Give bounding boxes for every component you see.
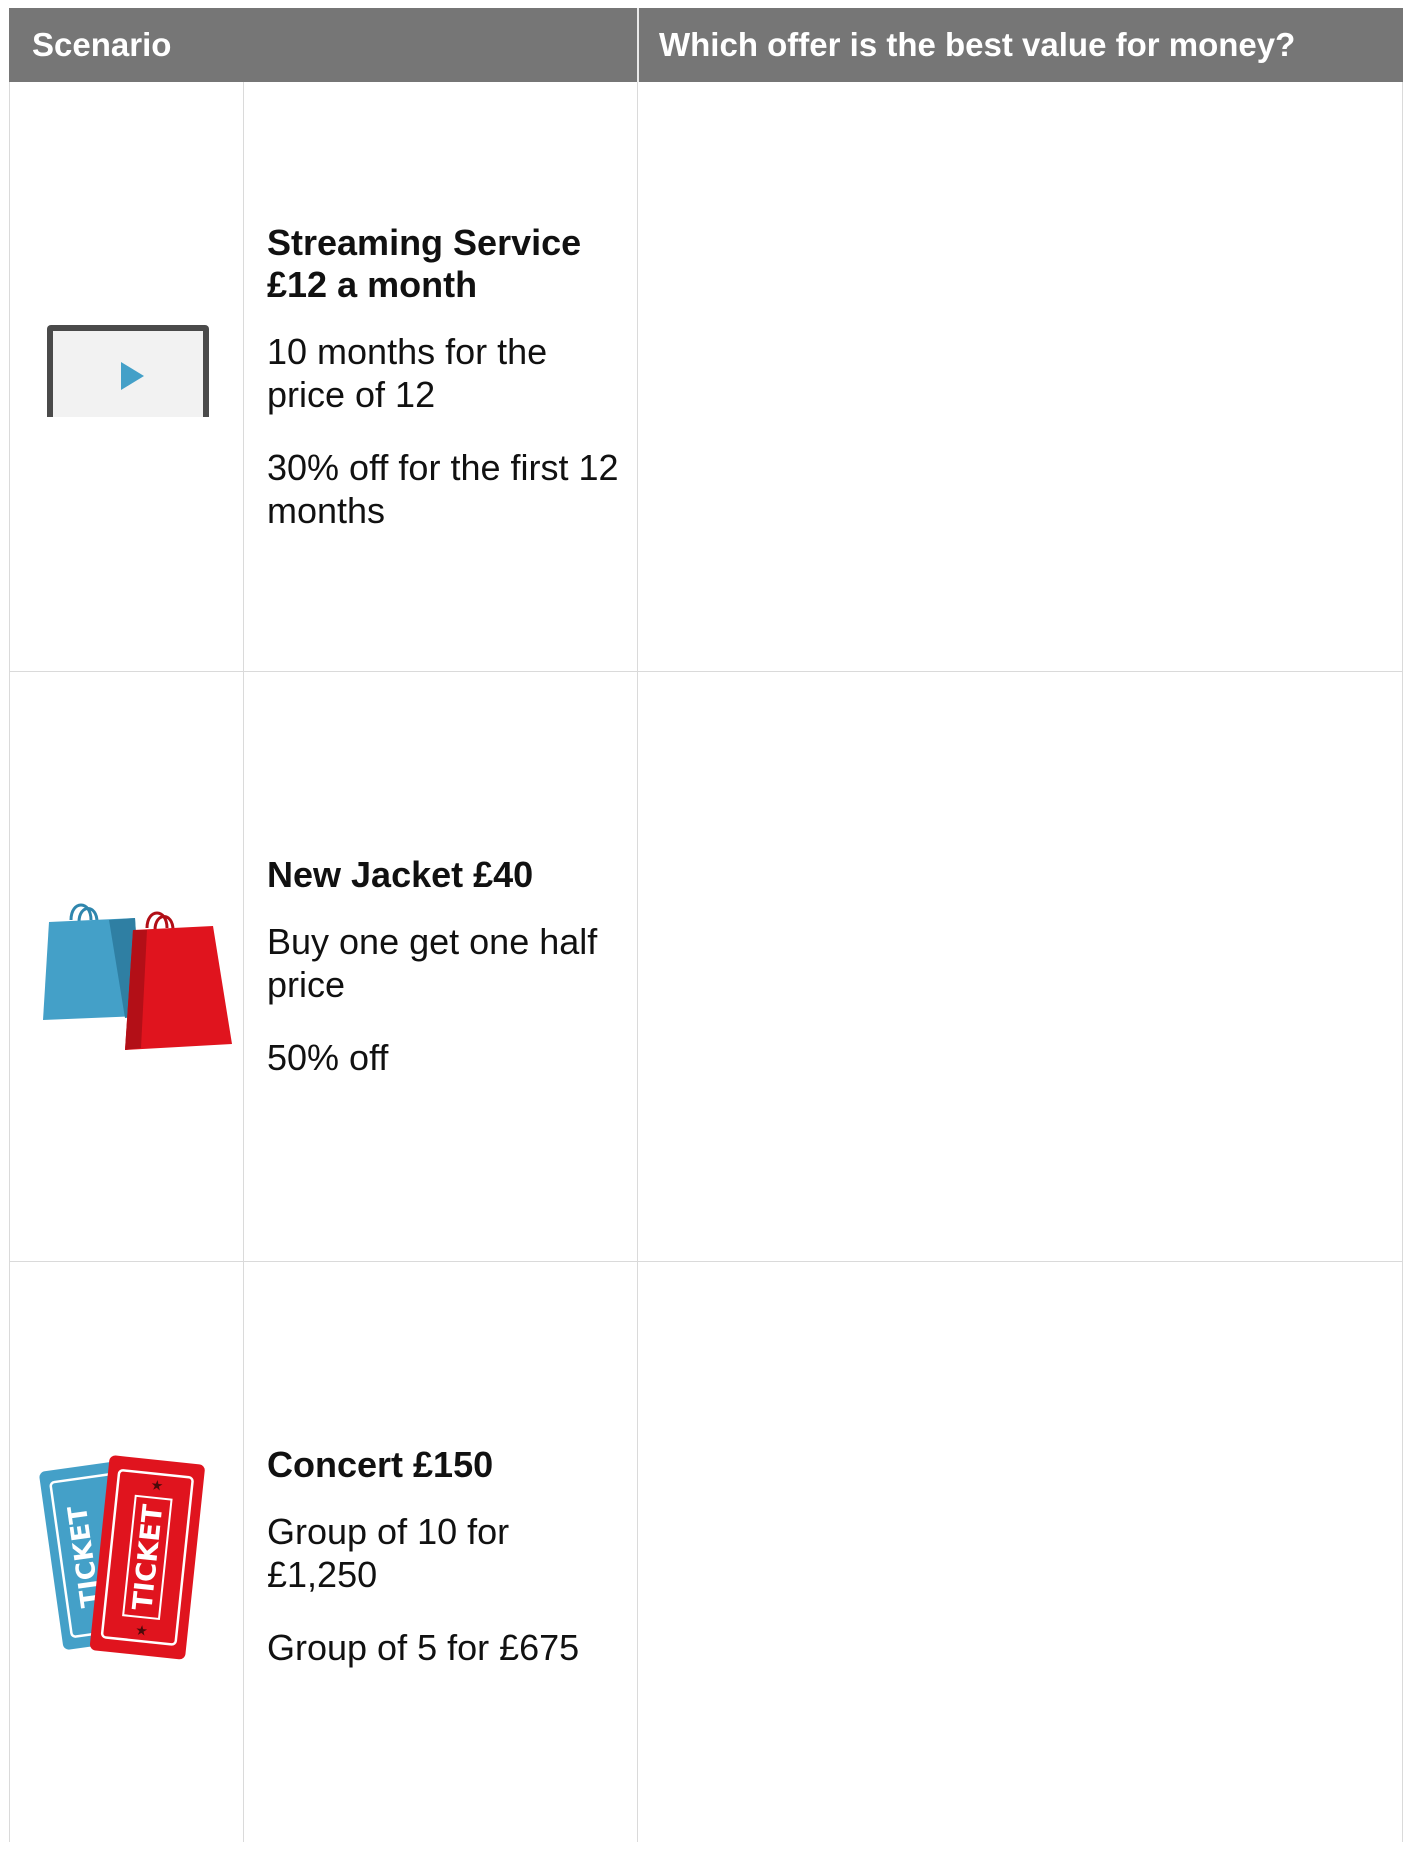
table-row: Streaming Service £12 a month 10 months … xyxy=(9,82,1403,672)
header-divider xyxy=(637,8,639,82)
offer-option-2: 50% off xyxy=(267,1037,389,1078)
answer-cell[interactable] xyxy=(638,1262,1403,1851)
laptop-play-icon xyxy=(47,325,209,417)
header-question: Which offer is the best value for money? xyxy=(659,26,1296,63)
scenario-title-line2: £12 a month xyxy=(267,263,478,305)
offer-option-1: 10 months for the price of 12 xyxy=(267,330,548,415)
offer-option-2: Group of 5 for £675 xyxy=(267,1627,580,1668)
offer-option-1: Buy one get one half price xyxy=(267,921,598,1005)
offers-table: Scenario Which offer is the best value f… xyxy=(9,8,1403,1842)
table-row: New Jacket £40 Buy one get one half pric… xyxy=(9,672,1403,1262)
scenario-title: New Jacket £40 xyxy=(267,854,534,895)
icon-cell xyxy=(9,672,244,1261)
table-header: Scenario Which offer is the best value f… xyxy=(9,8,1403,82)
scenario-text-cell: New Jacket £40 Buy one get one half pric… xyxy=(267,672,627,1261)
offer-option-2: 30% off for the first 12 months xyxy=(267,446,619,531)
table-row: TICKET TICKET ★ ★ Concert £150 Group of … xyxy=(9,1262,1403,1842)
table-border-left xyxy=(9,82,10,1842)
answer-cell[interactable] xyxy=(638,672,1403,1261)
scenario-text-cell: Concert £150 Group of 10 for £1,250 Grou… xyxy=(267,1262,627,1851)
icon-cell xyxy=(9,82,244,671)
scenario-text-cell: Streaming Service £12 a month 10 months … xyxy=(267,82,627,671)
icon-cell: TICKET TICKET ★ ★ xyxy=(9,1262,244,1851)
scenario-title: Concert £150 xyxy=(267,1444,494,1485)
svg-text:★: ★ xyxy=(135,1623,149,1640)
scenario-title: Streaming Service £12 a month xyxy=(267,222,627,306)
offer-option-1: Group of 10 for £1,250 xyxy=(267,1511,510,1595)
column-divider-answer xyxy=(637,82,638,1842)
shopping-bags-icon xyxy=(43,903,232,1050)
header-scenario: Scenario xyxy=(32,26,172,63)
scenario-title-line1: Streaming Service xyxy=(267,221,582,263)
column-divider-icon xyxy=(243,82,244,1842)
table-border-right xyxy=(1402,82,1403,1842)
tickets-icon: TICKET TICKET ★ ★ xyxy=(39,1455,205,1660)
answer-cell[interactable] xyxy=(638,82,1403,671)
svg-text:★: ★ xyxy=(150,1477,164,1494)
